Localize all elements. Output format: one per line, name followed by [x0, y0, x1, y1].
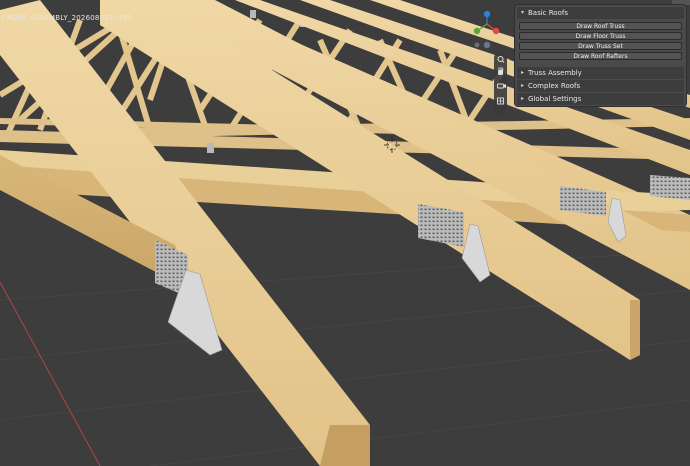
pan-hand-icon[interactable] [498, 67, 504, 75]
panel-global-settings-header[interactable]: ▸ Global Settings [517, 93, 684, 105]
gizmo-neg-axis[interactable] [474, 42, 480, 48]
object-name-label: | ROOF ASSEMBLY_2026080421395 [2, 14, 133, 22]
panel-truss-assembly-header[interactable]: ▸ Truss Assembly [517, 67, 684, 79]
panel-title: Truss Assembly [528, 69, 582, 77]
draw-truss-set-button[interactable]: Draw Truss Set [519, 42, 682, 50]
gizmo-y-axis[interactable] [473, 27, 481, 35]
panel-title: Complex Roofs [528, 82, 581, 90]
panel-complex-roofs-header[interactable]: ▸ Complex Roofs [517, 80, 684, 92]
gizmo-neg-axis[interactable] [483, 41, 491, 49]
chevron-right-icon: ▸ [521, 82, 525, 89]
draw-floor-truss-button[interactable]: Draw Floor Truss [519, 32, 682, 40]
panel-basic-roofs-header[interactable]: ▾ Basic Roofs [517, 7, 684, 19]
panel-title: Basic Roofs [528, 9, 568, 17]
draw-roof-truss-button[interactable]: Draw Roof Truss [519, 22, 682, 30]
panel-title: Global Settings [528, 95, 582, 103]
chevron-right-icon: ▸ [521, 69, 525, 76]
gizmo-z-axis[interactable] [483, 10, 491, 18]
chevron-down-icon: ▾ [521, 9, 525, 16]
x-axis-line [0, 281, 101, 466]
draw-roof-rafters-button[interactable]: Draw Roof Rafters [519, 52, 682, 60]
view-tools[interactable] [494, 52, 507, 114]
chevron-right-icon: ▸ [521, 95, 525, 102]
sidebar-panel: ▾ Basic Roofs Draw Roof Truss Draw Floor… [515, 5, 686, 106]
gizmo-x-axis[interactable] [492, 27, 500, 35]
